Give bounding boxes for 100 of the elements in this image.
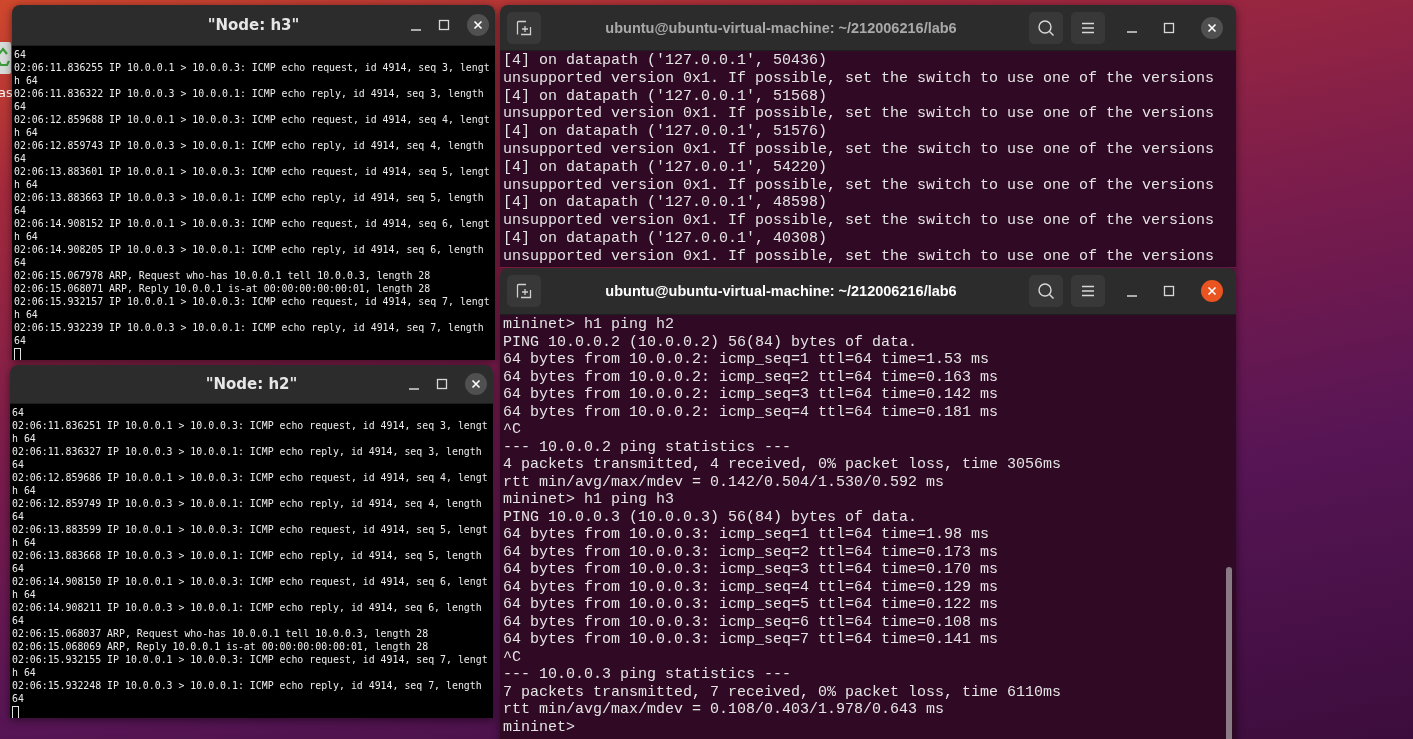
terminal-line: mininet> — [503, 718, 575, 736]
search-button[interactable] — [1029, 11, 1063, 44]
terminal-line: unsupported version 0x1. If possible, set the switch to use one of the versions — [503, 212, 1215, 230]
plus-square-icon — [516, 283, 532, 299]
terminal-line: 02:06:14.908211 IP 10.0.0.3 > 10.0.0.1: ICMP echo reply, id 4914, seq 6, length — [12, 601, 482, 614]
terminal-line: h 64 — [12, 432, 36, 445]
terminal-line: 02:06:15.932157 IP 10.0.0.1 > 10.0.0.3: ICMP echo request, id 4914, seq 7, lengt — [14, 295, 490, 308]
terminal-line: [4] on datapath ('127.0.0.1', 48598) — [503, 194, 828, 213]
search-icon — [1037, 18, 1055, 37]
terminal-line: --- 10.0.0.2 ping statistics --- — [503, 438, 792, 456]
terminal-line: h 64 — [12, 484, 36, 497]
cursor — [12, 706, 19, 718]
terminal-line: 02:06:15.068069 ARP, Reply 10.0.0.1 is-at 00:00:00:00:00:01, length 28 — [12, 640, 429, 653]
terminal-line: 02:06:11.836327 IP 10.0.0.3 > 10.0.0.1: ICMP echo reply, id 4914, seq 3, length — [12, 445, 482, 458]
terminal-line: h 64 — [12, 588, 36, 601]
close-button[interactable] — [465, 373, 487, 395]
new-tab-button[interactable] — [507, 275, 541, 307]
terminal-line: 02:06:13.883599 IP 10.0.0.1 > 10.0.0.3: ICMP echo request, id 4914, seq 5, lengt — [12, 523, 488, 536]
terminal-line: 64 — [14, 152, 26, 165]
minimize-icon — [409, 387, 419, 390]
terminal-line: h 64 — [14, 230, 38, 243]
search-icon — [1037, 282, 1055, 300]
minimize-button[interactable] — [411, 28, 421, 31]
plus-square-icon — [516, 19, 532, 36]
terminal-line: 64 bytes from 10.0.0.3: icmp_seq=5 ttl=64 time=0.122 ms — [503, 596, 999, 614]
terminal-line: 64 — [12, 562, 24, 575]
terminal-line: 02:06:15.067978 ARP, Request who-has 10.0.0.1 tell 10.0.0.3, length 28 — [14, 269, 431, 282]
cursor — [14, 348, 21, 360]
maximize-button[interactable] — [1163, 285, 1175, 297]
terminal-line: 64 bytes from 10.0.0.2: icmp_seq=3 ttl=64 time=0.142 ms — [503, 386, 999, 404]
terminal-line: mininet> h1 ping h3 — [503, 491, 675, 509]
maximize-button[interactable] — [436, 378, 448, 390]
terminal-line: 02:06:12.859743 IP 10.0.0.3 > 10.0.0.1: ICMP echo reply, id 4914, seq 4, length — [14, 139, 484, 152]
terminal-line: 64 bytes from 10.0.0.3: icmp_seq=2 ttl=64 time=0.173 ms — [503, 543, 999, 561]
window-title: ubuntu@ubuntu-virtual-machine: ~/212006216/lab6 — [605, 19, 957, 36]
terminal-line: 02:06:14.908205 IP 10.0.0.3 > 10.0.0.1: ICMP echo reply, id 4914, seq 6, length — [14, 243, 484, 256]
maximize-button[interactable] — [438, 19, 450, 31]
terminal-line: 02:06:13.883663 IP 10.0.0.3 > 10.0.0.1: ICMP echo reply, id 4914, seq 5, length — [14, 191, 484, 204]
menu-icon — [1080, 284, 1096, 298]
menu-button[interactable] — [1071, 275, 1105, 307]
maximize-icon — [438, 19, 450, 31]
terminal-line: 02:06:15.068071 ARP, Reply 10.0.0.1 is-at 00:00:00:00:00:01, length 28 — [14, 282, 431, 295]
terminal-line: 64 bytes from 10.0.0.3: icmp_seq=3 ttl=64 time=0.170 ms — [503, 561, 999, 579]
terminal-line: 7 packets transmitted, 7 received, 0% packet loss, time 6110ms — [503, 683, 1062, 701]
window-title: ubuntu@ubuntu-virtual-machine: ~/212006216/lab6 — [605, 283, 957, 299]
minimize-icon — [1127, 31, 1137, 33]
terminal-line: 64 — [12, 510, 24, 523]
terminal-line: ^C — [503, 648, 521, 666]
terminal-line: unsupported version 0x1. If possible, set the switch to use one of the versions — [503, 247, 1215, 266]
minimize-button[interactable] — [1127, 294, 1137, 297]
scrollbar[interactable] — [1226, 567, 1232, 739]
terminal-line: [4] on datapath ('127.0.0.1', 40308) — [503, 229, 828, 248]
terminal-line: 64 — [14, 334, 26, 347]
terminal-line: mininet> h1 ping h2 — [503, 316, 675, 334]
maximize-icon — [436, 378, 448, 390]
terminal-line: 02:06:14.908150 IP 10.0.0.1 > 10.0.0.3: ICMP echo request, id 4914, seq 6, lengt — [12, 575, 488, 588]
window-title: "Node: h3" — [207, 16, 300, 34]
minimize-icon — [1127, 294, 1137, 297]
terminal-line: unsupported version 0x1. If possible, set the switch to use one of the versions — [503, 176, 1215, 195]
terminal-line: 02:06:15.068037 ARP, Request who-has 10.0.0.1 tell 10.0.0.3, length 28 — [12, 627, 429, 640]
terminal-line: 64 — [12, 458, 24, 471]
maximize-icon — [1163, 21, 1175, 34]
minimize-icon — [411, 28, 421, 31]
terminal-line: 02:06:11.836322 IP 10.0.0.3 > 10.0.0.1: ICMP echo reply, id 4914, seq 3, length — [14, 87, 484, 100]
minimize-button[interactable] — [409, 387, 419, 390]
terminal-line: 64 — [12, 692, 24, 705]
menu-button[interactable] — [1071, 11, 1105, 44]
close-button[interactable] — [1201, 280, 1223, 302]
terminal-line: rtt min/avg/max/mdev = 0.108/0.403/1.978/0.643 ms — [503, 701, 945, 719]
window-title: "Node: h2" — [205, 375, 298, 393]
close-icon — [467, 14, 489, 36]
terminal-line: 64 — [14, 204, 26, 217]
terminal-line: h 64 — [14, 126, 38, 139]
close-button[interactable] — [467, 14, 489, 36]
terminal-line: rtt min/avg/max/mdev = 0.142/0.504/1.530/0.592 ms — [503, 473, 945, 491]
close-button[interactable] — [1201, 16, 1223, 39]
terminal-line: 02:06:13.883601 IP 10.0.0.1 > 10.0.0.3: ICMP echo request, id 4914, seq 5, lengt — [14, 165, 490, 178]
terminal-line: 64 — [14, 256, 26, 269]
terminal-line: 02:06:13.883668 IP 10.0.0.3 > 10.0.0.1: ICMP echo reply, id 4914, seq 5, length — [12, 549, 482, 562]
terminal-line: PING 10.0.0.2 (10.0.0.2) 56(84) bytes of data. — [503, 333, 918, 351]
terminal-line: 02:06:14.908152 IP 10.0.0.1 > 10.0.0.3: ICMP echo request, id 4914, seq 6, lengt — [14, 217, 490, 230]
close-icon — [1201, 280, 1223, 302]
new-tab-button[interactable] — [507, 11, 541, 44]
terminal-line: 64 — [14, 100, 26, 113]
maximize-button[interactable] — [1163, 21, 1175, 34]
terminal-line: 64 — [12, 614, 24, 627]
terminal-line: 64 — [14, 48, 26, 61]
terminal-line: PING 10.0.0.3 (10.0.0.3) 56(84) bytes of data. — [503, 508, 918, 526]
terminal-line: 02:06:11.836251 IP 10.0.0.1 > 10.0.0.3: ICMP echo request, id 4914, seq 3, lengt — [12, 419, 488, 432]
terminal-line: 64 bytes from 10.0.0.3: icmp_seq=6 ttl=64 time=0.108 ms — [503, 613, 999, 631]
search-button[interactable] — [1029, 275, 1063, 307]
terminal-line: 64 bytes from 10.0.0.2: icmp_seq=4 ttl=64 time=0.181 ms — [503, 403, 999, 421]
terminal-line: [4] on datapath ('127.0.0.1', 54220) — [503, 158, 828, 177]
terminal-line: h 64 — [14, 178, 38, 191]
terminal-line: 64 bytes from 10.0.0.2: icmp_seq=1 ttl=64 time=1.53 ms — [503, 351, 990, 369]
terminal-line: 64 bytes from 10.0.0.3: icmp_seq=4 ttl=64 time=0.129 ms — [503, 578, 999, 596]
terminal-line: 02:06:15.932155 IP 10.0.0.1 > 10.0.0.3: ICMP echo request, id 4914, seq 7, lengt — [12, 653, 488, 666]
terminal-line: 02:06:15.932248 IP 10.0.0.3 > 10.0.0.1: ICMP echo reply, id 4914, seq 7, length — [12, 679, 482, 692]
terminal-line: unsupported version 0x1. If possible, set the switch to use one of the versions — [503, 69, 1215, 88]
terminal-line: 02:06:12.859686 IP 10.0.0.1 > 10.0.0.3: ICMP echo request, id 4914, seq 4, lengt — [12, 471, 488, 484]
